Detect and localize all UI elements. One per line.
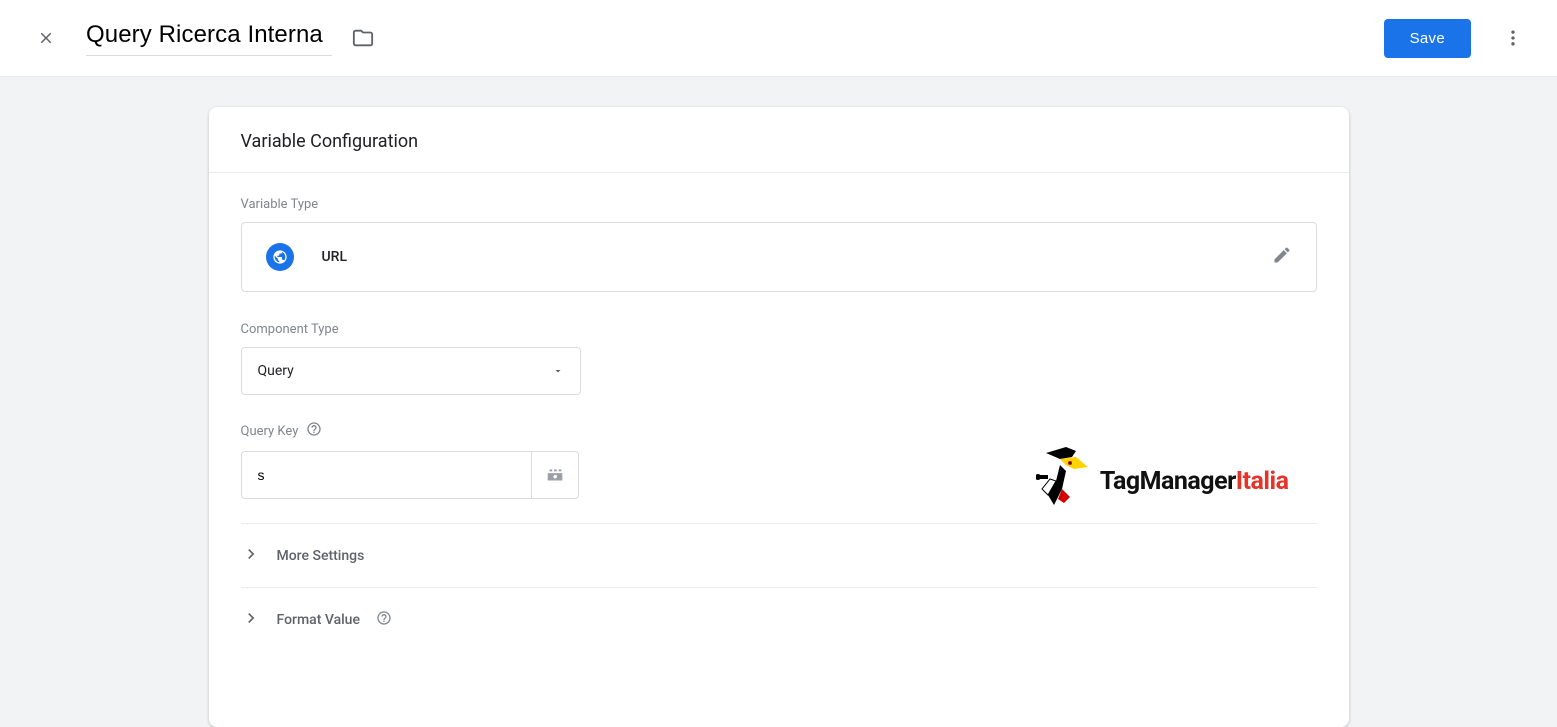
folder-button[interactable] bbox=[352, 27, 374, 49]
edit-icon bbox=[1272, 245, 1292, 269]
folder-icon bbox=[352, 27, 374, 49]
globe-icon bbox=[266, 243, 294, 271]
format-value-toggle[interactable]: Format Value bbox=[241, 587, 1317, 651]
woodpecker-icon bbox=[1036, 445, 1092, 517]
component-type-label: Component Type bbox=[241, 322, 1317, 337]
variable-name-input[interactable] bbox=[86, 21, 332, 56]
more-settings-toggle[interactable]: More Settings bbox=[241, 523, 1317, 587]
card-header: Variable Configuration bbox=[209, 107, 1349, 173]
more-settings-label: More Settings bbox=[277, 548, 365, 564]
help-icon[interactable] bbox=[376, 610, 392, 630]
component-type-value: Query bbox=[258, 363, 294, 379]
format-value-label: Format Value bbox=[277, 612, 360, 628]
logo-text-1: TagManager bbox=[1100, 467, 1236, 496]
chevron-right-icon bbox=[241, 544, 261, 568]
page-body: Variable Configuration Variable Type URL… bbox=[0, 77, 1557, 727]
more-menu-button[interactable] bbox=[1493, 18, 1533, 58]
variable-type-selector[interactable]: URL bbox=[241, 222, 1317, 292]
query-key-input[interactable] bbox=[241, 451, 531, 499]
close-icon bbox=[37, 29, 55, 47]
close-button[interactable] bbox=[34, 26, 58, 50]
variable-type-value: URL bbox=[322, 249, 348, 265]
component-type-select[interactable]: Query bbox=[241, 347, 581, 395]
query-key-label: Query Key bbox=[241, 421, 1317, 441]
more-vert-icon bbox=[1503, 28, 1523, 48]
insert-variable-button[interactable] bbox=[531, 451, 579, 499]
variable-type-label: Variable Type bbox=[241, 197, 1317, 212]
save-button[interactable]: Save bbox=[1384, 19, 1471, 58]
help-icon[interactable] bbox=[306, 421, 322, 441]
logo-text-2: Italia bbox=[1236, 467, 1289, 496]
logo-watermark: TagManagerItalia bbox=[1036, 445, 1289, 517]
lego-icon bbox=[544, 464, 566, 486]
chevron-right-icon bbox=[241, 608, 261, 632]
variable-config-card: Variable Configuration Variable Type URL… bbox=[209, 107, 1349, 727]
card-title: Variable Configuration bbox=[241, 131, 1317, 152]
caret-down-icon bbox=[552, 362, 564, 381]
page-header: Save bbox=[0, 0, 1557, 77]
